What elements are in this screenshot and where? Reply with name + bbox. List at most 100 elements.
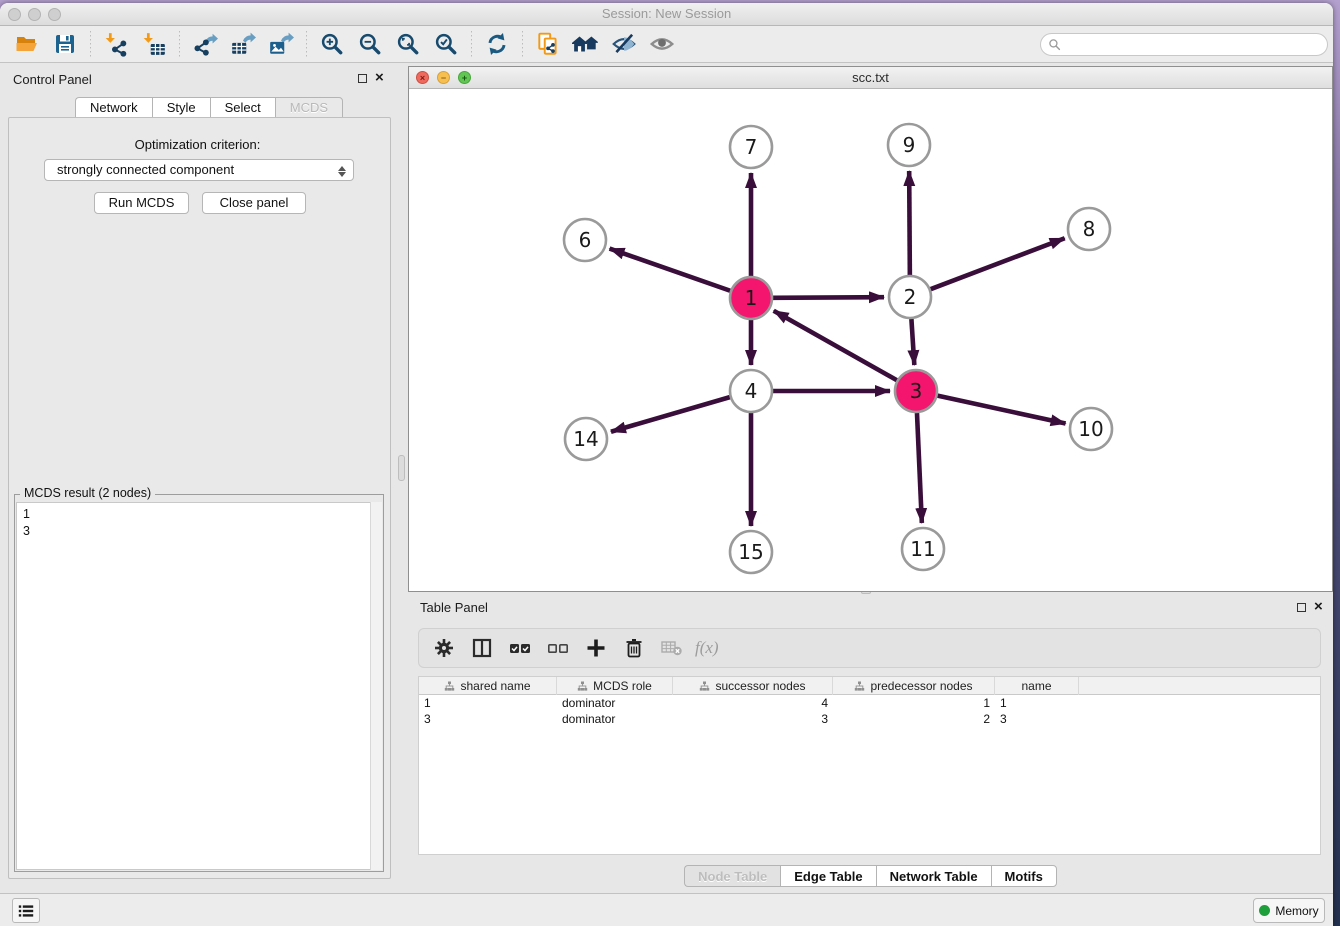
graph-edge-2-3[interactable] bbox=[911, 319, 914, 365]
network-minimize-icon[interactable]: − bbox=[437, 71, 450, 84]
graph-edge-3-10[interactable] bbox=[937, 396, 1065, 424]
refresh-button[interactable] bbox=[478, 29, 516, 59]
graph-edge-1-6[interactable] bbox=[610, 249, 731, 291]
table-settings-button[interactable] bbox=[427, 632, 461, 664]
table-cell[interactable]: 3 bbox=[673, 711, 833, 727]
mcds-result-scrollbar[interactable] bbox=[370, 502, 382, 870]
open-file-button[interactable] bbox=[8, 29, 46, 59]
mcds-result-list[interactable]: 1 3 bbox=[16, 502, 382, 870]
control-panel-close-icon[interactable]: × bbox=[375, 73, 384, 83]
first-neighbors-button[interactable] bbox=[567, 29, 605, 59]
table-cell[interactable]: 1 bbox=[995, 695, 1079, 711]
window-minimize-dot[interactable] bbox=[28, 8, 41, 21]
export-table-button[interactable] bbox=[224, 29, 262, 59]
zoom-out-button[interactable] bbox=[351, 29, 389, 59]
delete-table-button[interactable] bbox=[655, 632, 689, 664]
tab-style[interactable]: Style bbox=[152, 97, 210, 118]
task-history-button[interactable] bbox=[12, 898, 40, 923]
import-network-button[interactable] bbox=[97, 29, 135, 59]
table-cell[interactable]: dominator bbox=[557, 711, 673, 727]
graph-node-6[interactable]: 6 bbox=[564, 219, 606, 261]
save-session-button[interactable] bbox=[46, 29, 84, 59]
graph-edge-1-2[interactable] bbox=[773, 297, 884, 298]
graph-edge-2-9[interactable] bbox=[909, 171, 910, 275]
graph-node-11[interactable]: 11 bbox=[902, 528, 944, 570]
table-cell[interactable]: 3 bbox=[419, 711, 557, 727]
close-panel-button[interactable]: Close panel bbox=[202, 192, 306, 214]
tab-edge-table[interactable]: Edge Table bbox=[780, 865, 875, 887]
column-header-name[interactable]: name bbox=[995, 677, 1079, 695]
table-row[interactable]: 3dominator323 bbox=[419, 711, 1320, 727]
column-header-MCDS-role[interactable]: MCDS role bbox=[557, 677, 673, 695]
memory-button[interactable]: Memory bbox=[1253, 898, 1325, 923]
table-cell[interactable]: 4 bbox=[673, 695, 833, 711]
delete-column-button[interactable] bbox=[617, 632, 651, 664]
show-all-button[interactable] bbox=[643, 29, 681, 59]
graph-node-8[interactable]: 8 bbox=[1068, 208, 1110, 250]
column-header-successor-nodes[interactable]: successor nodes bbox=[673, 677, 833, 695]
export-network-button[interactable] bbox=[186, 29, 224, 59]
graph-node-7[interactable]: 7 bbox=[730, 126, 772, 168]
graph-node-2[interactable]: 2 bbox=[889, 276, 931, 318]
search-input[interactable] bbox=[1065, 38, 1327, 52]
zoom-selected-button[interactable] bbox=[427, 29, 465, 59]
column-manager-button[interactable] bbox=[465, 632, 499, 664]
tab-motifs[interactable]: Motifs bbox=[991, 865, 1057, 887]
apply-function-button[interactable]: f(x) bbox=[695, 638, 719, 658]
network-zoom-icon[interactable]: + bbox=[458, 71, 471, 84]
graph-node-15[interactable]: 15 bbox=[730, 531, 772, 573]
tab-mcds[interactable]: MCDS bbox=[275, 97, 343, 118]
graph-node-9[interactable]: 9 bbox=[888, 124, 930, 166]
table-cell[interactable]: 3 bbox=[995, 711, 1079, 727]
graph-edge-3-1[interactable] bbox=[774, 311, 897, 380]
table-cell[interactable]: 2 bbox=[833, 711, 995, 727]
column-header-shared-name[interactable]: shared name bbox=[419, 677, 557, 695]
window-close-dot[interactable] bbox=[8, 8, 21, 21]
memory-status-icon bbox=[1259, 905, 1270, 916]
import-table-button[interactable] bbox=[135, 29, 173, 59]
network-window-titlebar[interactable]: × − + scc.txt bbox=[409, 67, 1332, 89]
graph-edge-2-8[interactable] bbox=[931, 238, 1065, 289]
graph-edge-3-11[interactable] bbox=[917, 413, 922, 523]
column-header-predecessor-nodes[interactable]: predecessor nodes bbox=[833, 677, 995, 695]
graph-node-14[interactable]: 14 bbox=[565, 418, 607, 460]
table-panel-float-icon[interactable] bbox=[1297, 603, 1306, 612]
select-all-rows-button[interactable] bbox=[503, 632, 537, 664]
tab-network[interactable]: Network bbox=[75, 97, 152, 118]
window-zoom-dot[interactable] bbox=[48, 8, 61, 21]
optimization-criterion-select[interactable]: strongly connected component bbox=[44, 159, 354, 181]
window-titlebar[interactable]: Session: New Session bbox=[0, 3, 1333, 26]
network-view-window[interactable]: × − + scc.txt 7 9 6 8 1 2 4 3 14 10 15 11 bbox=[408, 66, 1333, 592]
deselect-all-rows-icon bbox=[546, 637, 570, 659]
run-mcds-button[interactable]: Run MCDS bbox=[94, 192, 189, 214]
graph-node-1[interactable]: 1 bbox=[730, 277, 772, 319]
deselect-all-rows-button[interactable] bbox=[541, 632, 575, 664]
tab-select[interactable]: Select bbox=[210, 97, 275, 118]
import-network-icon bbox=[103, 31, 129, 57]
control-panel-float-icon[interactable] bbox=[358, 74, 367, 83]
graph-node-4[interactable]: 4 bbox=[730, 370, 772, 412]
graph-node-3[interactable]: 3 bbox=[895, 370, 937, 412]
node-table: shared nameMCDS rolesuccessor nodesprede… bbox=[418, 676, 1321, 855]
vertical-splitter-handle[interactable] bbox=[398, 455, 405, 481]
graph-edge-4-14[interactable] bbox=[611, 397, 730, 432]
tab-network-table[interactable]: Network Table bbox=[876, 865, 991, 887]
graph-node-10[interactable]: 10 bbox=[1070, 408, 1112, 450]
table-cell[interactable]: 1 bbox=[833, 695, 995, 711]
network-canvas[interactable]: 7 9 6 8 1 2 4 3 14 10 15 11 bbox=[409, 89, 1332, 591]
export-image-button[interactable] bbox=[262, 29, 300, 59]
table-row[interactable]: 1dominator411 bbox=[419, 695, 1320, 711]
graph-node-label: 8 bbox=[1083, 217, 1096, 241]
hide-selected-button[interactable] bbox=[605, 29, 643, 59]
zoom-in-button[interactable] bbox=[313, 29, 351, 59]
clone-network-button[interactable] bbox=[529, 29, 567, 59]
tab-node-table[interactable]: Node Table bbox=[684, 865, 780, 887]
table-panel-close-icon[interactable]: × bbox=[1314, 602, 1323, 612]
zoom-out-icon bbox=[357, 31, 383, 57]
search-field[interactable] bbox=[1040, 33, 1328, 56]
zoom-fit-button[interactable] bbox=[389, 29, 427, 59]
add-column-button[interactable] bbox=[579, 632, 613, 664]
table-cell[interactable]: dominator bbox=[557, 695, 673, 711]
table-cell[interactable]: 1 bbox=[419, 695, 557, 711]
network-close-icon[interactable]: × bbox=[416, 71, 429, 84]
